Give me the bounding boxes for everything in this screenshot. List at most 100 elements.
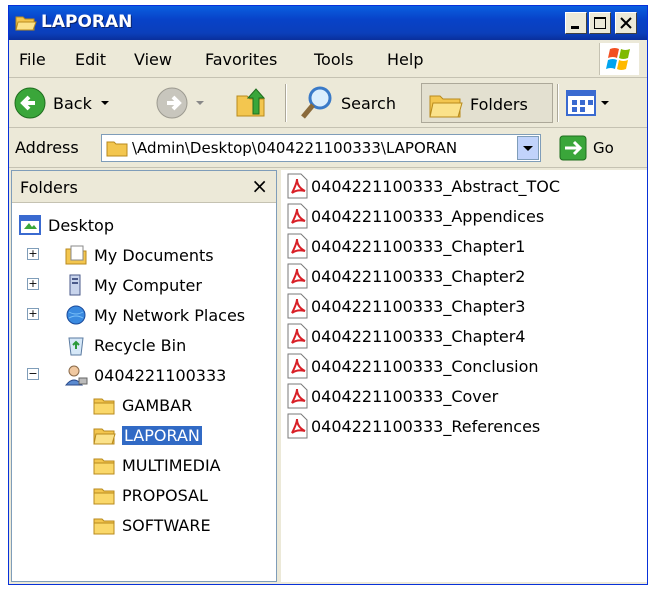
tree-item-software[interactable]: SOFTWARE bbox=[92, 511, 211, 539]
title-bar[interactable]: LAPORAN bbox=[9, 6, 647, 40]
tree-item-label: SOFTWARE bbox=[122, 515, 211, 535]
toolbar-divider bbox=[285, 84, 287, 122]
my-documents-icon bbox=[65, 245, 87, 265]
toolbar: Back Search Folders bbox=[9, 78, 647, 128]
chevron-down-icon bbox=[523, 146, 533, 151]
tree-item-my-documents[interactable]: My Documents bbox=[64, 241, 214, 269]
address-input[interactable]: \Admin\Desktop\0404221100333\LAPORAN bbox=[101, 134, 541, 162]
address-bar: Address \Admin\Desktop\0404221100333\LAP… bbox=[9, 128, 647, 168]
tree-item-label: GAMBAR bbox=[122, 395, 193, 415]
list-item[interactable]: 0404221100333_Conclusion bbox=[285, 352, 539, 380]
go-button[interactable]: Go bbox=[559, 134, 614, 162]
pdf-file-icon bbox=[287, 293, 308, 319]
file-name: 0404221100333_Chapter1 bbox=[311, 236, 526, 256]
list-item[interactable]: 0404221100333_Appendices bbox=[285, 202, 544, 230]
folder-icon bbox=[106, 141, 128, 157]
pdf-file-icon bbox=[287, 233, 308, 259]
list-item[interactable]: 0404221100333_Abstract_TOC bbox=[285, 172, 560, 200]
views-button[interactable] bbox=[565, 83, 611, 123]
folders-label: Folders bbox=[470, 94, 528, 114]
pdf-file-icon bbox=[287, 203, 308, 229]
tree-item-label: 0404221100333 bbox=[94, 365, 227, 385]
explorer-window: LAPORAN File Edit View Favorites Tools H… bbox=[8, 5, 648, 585]
folder-icon bbox=[93, 398, 115, 415]
pdf-file-icon bbox=[287, 173, 308, 199]
minimize-button[interactable] bbox=[565, 12, 587, 34]
tree-item-desktop[interactable]: Desktop bbox=[18, 211, 114, 239]
folders-pane: Folders × Desktop + My Documents + My Co… bbox=[11, 170, 277, 582]
file-name: 0404221100333_Abstract_TOC bbox=[311, 176, 561, 196]
tree-item-my-network-places[interactable]: My Network Places bbox=[64, 301, 245, 329]
folders-pane-close-button[interactable]: × bbox=[251, 174, 268, 198]
file-name: 0404221100333_Cover bbox=[311, 386, 499, 406]
expand-network-places-button[interactable]: + bbox=[27, 308, 39, 320]
windows-logo-icon bbox=[599, 43, 639, 75]
list-item[interactable]: 0404221100333_Chapter3 bbox=[285, 292, 525, 320]
file-name: 0404221100333_Chapter2 bbox=[311, 266, 526, 286]
expand-my-computer-button[interactable]: + bbox=[27, 278, 39, 290]
address-dropdown-button[interactable] bbox=[517, 136, 539, 160]
list-item[interactable]: 0404221100333_References bbox=[285, 412, 540, 440]
list-item[interactable]: 0404221100333_Chapter2 bbox=[285, 262, 525, 290]
file-name: 0404221100333_Conclusion bbox=[311, 356, 539, 376]
menu-tools[interactable]: Tools bbox=[314, 50, 353, 69]
pdf-file-icon bbox=[287, 353, 308, 379]
tree-item-laporan[interactable]: LAPORAN bbox=[92, 421, 202, 449]
folders-button-content: Folders bbox=[428, 84, 528, 124]
go-arrow-icon bbox=[559, 135, 587, 161]
tree-item-label: Desktop bbox=[48, 215, 114, 235]
folder-icon bbox=[93, 488, 115, 505]
menu-bar: File Edit View Favorites Tools Help bbox=[9, 40, 647, 78]
search-icon bbox=[301, 86, 332, 119]
chevron-down-icon bbox=[601, 101, 609, 105]
menu-edit[interactable]: Edit bbox=[75, 50, 106, 69]
list-item[interactable]: 0404221100333_Chapter4 bbox=[285, 322, 525, 350]
chevron-down-icon bbox=[196, 101, 204, 105]
desktop-icon bbox=[19, 215, 41, 235]
tree-item-label: LAPORAN bbox=[122, 425, 202, 445]
folder-open-icon bbox=[93, 428, 116, 445]
menu-file[interactable]: File bbox=[19, 50, 46, 69]
tree-item-gambar[interactable]: GAMBAR bbox=[92, 391, 192, 419]
chevron-down-icon bbox=[100, 101, 109, 105]
collapse-user-folder-button[interactable]: − bbox=[27, 368, 39, 380]
back-button[interactable]: Back bbox=[13, 83, 112, 123]
folders-pane-title: Folders bbox=[20, 178, 78, 197]
tree-item-proposal[interactable]: PROPOSAL bbox=[92, 481, 208, 509]
expand-my-documents-button[interactable]: + bbox=[27, 248, 39, 260]
tree-item-recycle-bin[interactable]: Recycle Bin bbox=[64, 331, 186, 359]
tree-item-multimedia[interactable]: MULTIMEDIA bbox=[92, 451, 221, 479]
menu-help[interactable]: Help bbox=[387, 50, 423, 69]
user-folder-icon bbox=[64, 365, 88, 386]
forward-button[interactable] bbox=[155, 83, 207, 123]
file-name: 0404221100333_Chapter4 bbox=[311, 326, 526, 346]
network-places-icon bbox=[66, 305, 86, 325]
window-title: LAPORAN bbox=[41, 12, 133, 32]
maximize-button[interactable] bbox=[589, 12, 611, 34]
close-button[interactable] bbox=[615, 12, 637, 34]
up-folder-icon bbox=[236, 88, 266, 117]
tree-item-label: Recycle Bin bbox=[94, 335, 187, 355]
menu-view[interactable]: View bbox=[134, 50, 172, 69]
pdf-file-icon bbox=[287, 383, 308, 409]
search-label: Search bbox=[341, 93, 396, 113]
go-label: Go bbox=[593, 139, 614, 157]
search-button[interactable]: Search bbox=[299, 83, 396, 123]
toolbar-divider bbox=[557, 84, 559, 122]
folder-open-icon bbox=[15, 14, 37, 32]
tree-item-0404221100333[interactable]: 0404221100333 bbox=[64, 361, 226, 389]
folders-button[interactable]: Folders bbox=[421, 83, 553, 123]
up-folder-button[interactable] bbox=[234, 83, 268, 123]
folder-icon bbox=[93, 518, 115, 535]
tree-item-label: My Network Places bbox=[94, 305, 246, 325]
recycle-bin-icon bbox=[68, 337, 84, 356]
pdf-file-icon bbox=[287, 323, 308, 349]
tree-item-my-computer[interactable]: My Computer bbox=[64, 271, 202, 299]
pdf-file-icon bbox=[287, 413, 308, 439]
back-label: Back bbox=[53, 93, 92, 113]
list-item[interactable]: 0404221100333_Cover bbox=[285, 382, 498, 410]
menu-favorites[interactable]: Favorites bbox=[205, 50, 277, 69]
list-item[interactable]: 0404221100333_Chapter1 bbox=[285, 232, 525, 260]
address-path: \Admin\Desktop\0404221100333\LAPORAN bbox=[132, 139, 458, 157]
file-list: 0404221100333_Abstract_TOC 0404221100333… bbox=[281, 170, 647, 582]
